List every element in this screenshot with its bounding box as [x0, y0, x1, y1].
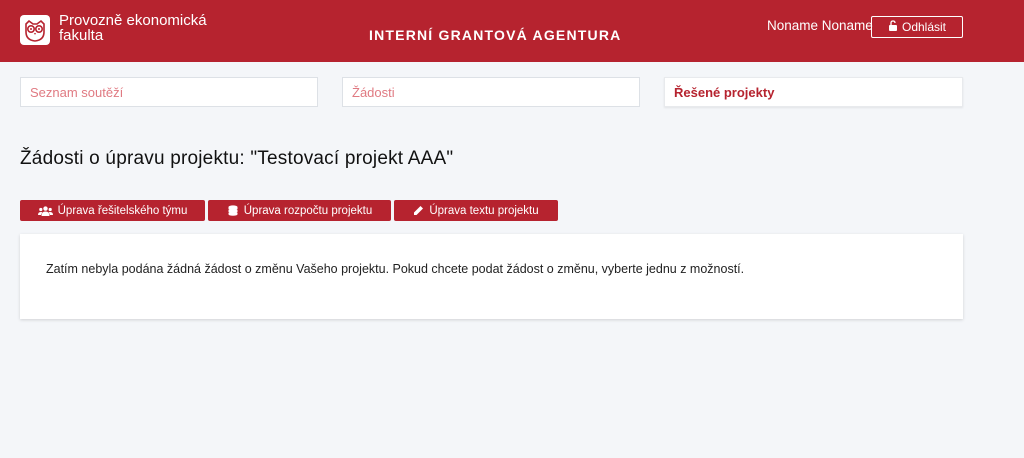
agency-title: INTERNÍ GRANTOVÁ AGENTURA [369, 27, 622, 43]
logout-button[interactable]: Odhlásit [871, 16, 963, 38]
nav-solved-projects-label: Řešené projekty [674, 84, 775, 100]
owl-logo-icon[interactable] [20, 15, 50, 45]
faculty-name-line1: Provozně ekonomická [59, 12, 207, 29]
edit-text-button[interactable]: Úprava textu projektu [394, 200, 558, 221]
faculty-name-line2: fakulta [59, 27, 104, 44]
pencil-icon [413, 205, 424, 216]
user-name: Noname Noname [767, 18, 873, 33]
nav-competitions[interactable]: Seznam soutěží [20, 77, 318, 107]
users-icon [37, 205, 53, 216]
nav-applications[interactable]: Žádosti [342, 77, 640, 107]
edit-budget-label: Úprava rozpočtu projektu [243, 204, 373, 217]
top-bar: Provozně ekonomická fakulta INTERNÍ GRAN… [0, 0, 1024, 62]
edit-team-button[interactable]: Úprava řešitelského týmu [20, 200, 205, 221]
page-title: Žádosti o úpravu projektu: "Testovací pr… [20, 148, 454, 169]
nav-applications-label: Žádosti [352, 84, 395, 100]
logout-label: Odhlásit [901, 20, 947, 34]
faculty-name[interactable]: Provozně ekonomická fakulta [59, 13, 207, 43]
edit-text-label: Úprava textu projektu [429, 204, 539, 217]
no-requests-message: Zatím nebyla podána žádná žádost o změnu… [46, 262, 745, 276]
nav-solved-projects[interactable]: Řešené projekty [664, 77, 963, 107]
info-card: Zatím nebyla podána žádná žádost o změnu… [20, 234, 963, 319]
edit-budget-button[interactable]: Úprava rozpočtu projektu [208, 200, 391, 221]
edit-team-label: Úprava řešitelského týmu [57, 204, 188, 217]
nav-competitions-label: Seznam soutěží [30, 84, 124, 100]
coins-icon [227, 205, 239, 216]
unlock-icon [888, 20, 898, 34]
